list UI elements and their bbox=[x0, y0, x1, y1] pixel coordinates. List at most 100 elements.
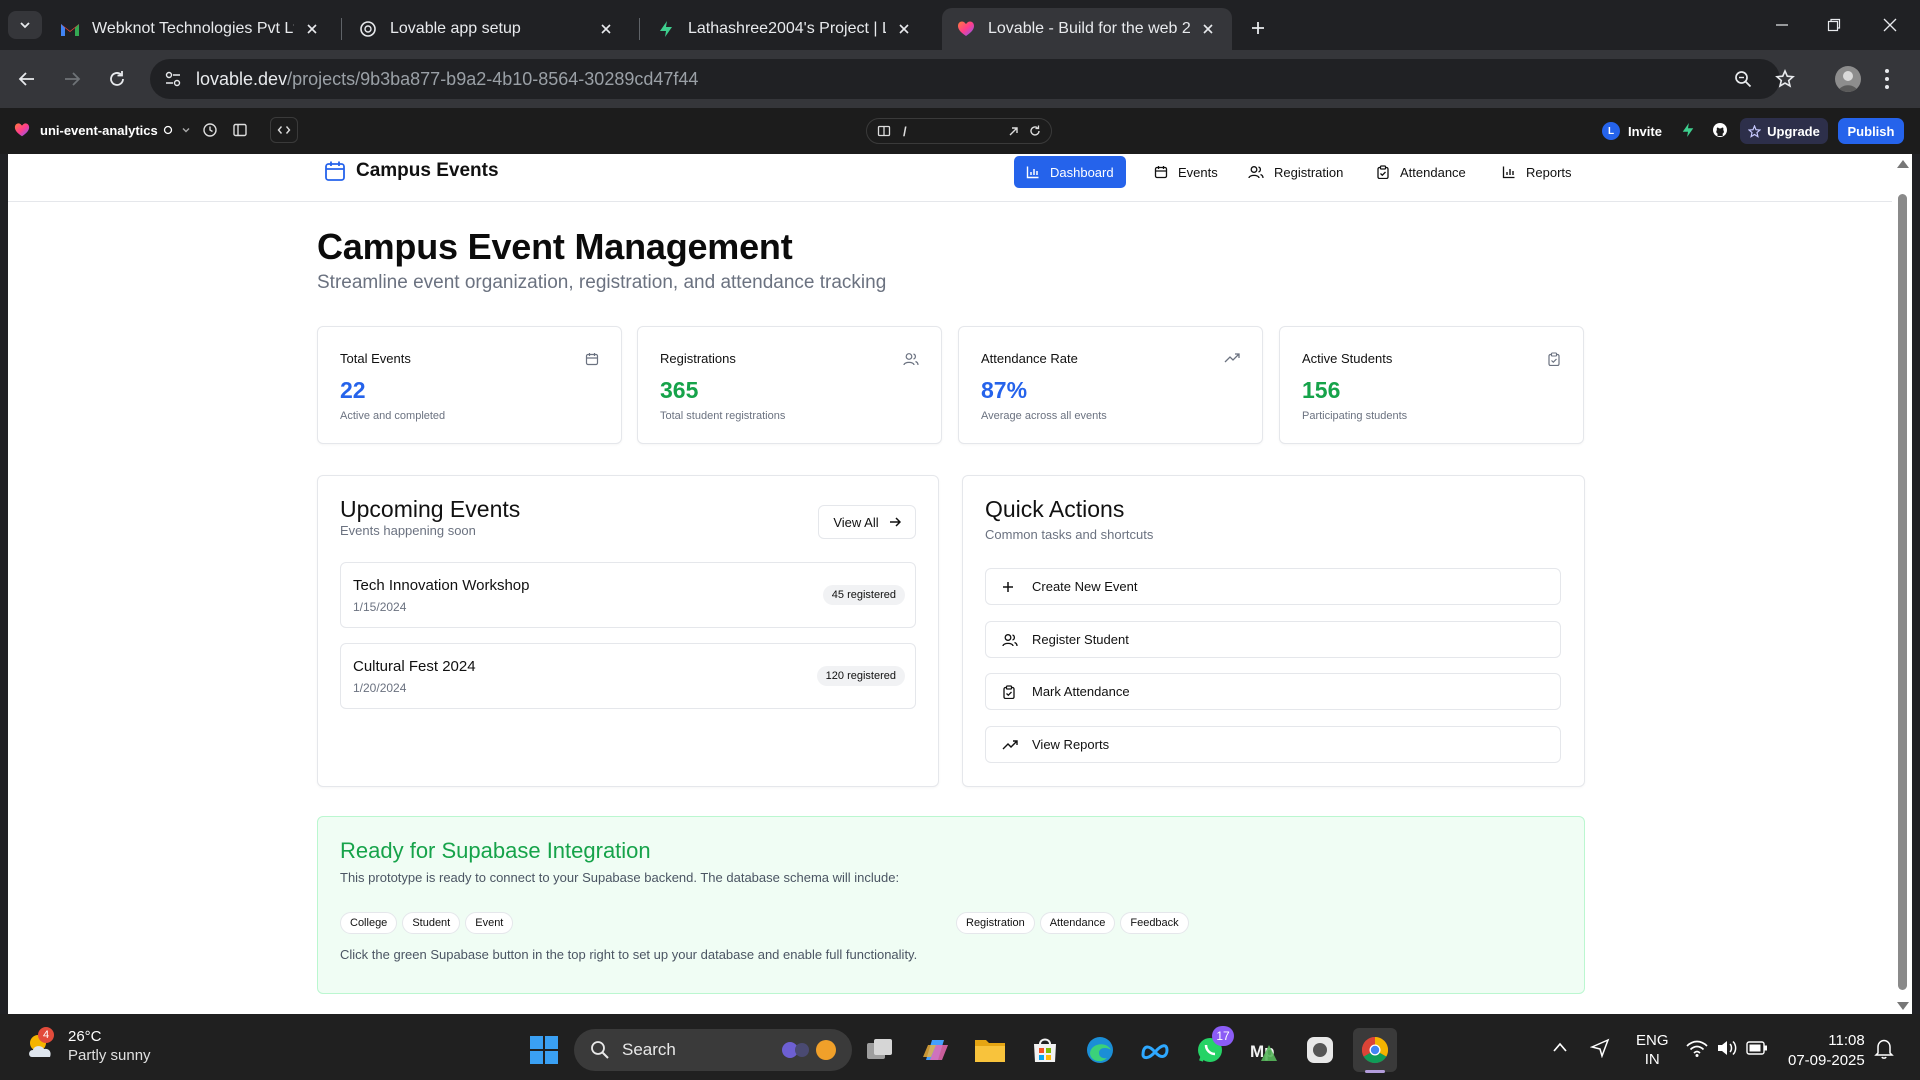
scroll-up-icon[interactable] bbox=[1897, 160, 1909, 168]
view-reports-button[interactable]: View Reports bbox=[985, 726, 1561, 763]
mark-attendance-button[interactable]: Mark Attendance bbox=[985, 673, 1561, 710]
whatsapp-button[interactable]: 17 bbox=[1188, 1026, 1234, 1072]
nav-label: Reports bbox=[1526, 164, 1572, 180]
battery-icon[interactable] bbox=[1746, 1041, 1768, 1055]
system-clock[interactable]: 11:08 07-09-2025 bbox=[1788, 1031, 1865, 1071]
view-all-button[interactable]: View All bbox=[818, 505, 916, 539]
refresh-icon[interactable] bbox=[1029, 125, 1041, 137]
preview-scrollbar[interactable] bbox=[1892, 154, 1912, 1014]
address-bar[interactable]: lovable.dev/projects/9b3ba877-b9a2-4b10-… bbox=[150, 59, 1795, 99]
event-date: 1/20/2024 bbox=[353, 681, 407, 695]
stat-card-attendance-rate: Attendance Rate 87% Average across all e… bbox=[958, 326, 1263, 444]
stat-card-registrations: Registrations 365 Total student registra… bbox=[637, 326, 942, 444]
meta-app-button[interactable] bbox=[1133, 1028, 1177, 1072]
action-label: Register Student bbox=[1032, 632, 1129, 647]
weather-badge: 4 bbox=[38, 1027, 54, 1043]
scrollbar-thumb[interactable] bbox=[1898, 194, 1907, 990]
volume-icon[interactable] bbox=[1716, 1039, 1738, 1057]
nav-events[interactable]: Events bbox=[1142, 156, 1230, 188]
open-external-icon[interactable] bbox=[1008, 126, 1019, 137]
chrome-icon bbox=[1361, 1036, 1389, 1064]
language-indicator[interactable]: ENG IN bbox=[1636, 1031, 1669, 1069]
brand[interactable]: Campus Events bbox=[324, 160, 499, 182]
chevron-up-icon[interactable] bbox=[1552, 1041, 1568, 1053]
stat-description: Total student registrations bbox=[660, 410, 786, 422]
wifi-icon[interactable] bbox=[1686, 1039, 1708, 1057]
location-icon[interactable] bbox=[1590, 1038, 1610, 1058]
card-title: Quick Actions bbox=[985, 496, 1125, 522]
weather-widget[interactable]: 4 26°C Partly sunny bbox=[24, 1027, 151, 1065]
scroll-down-icon[interactable] bbox=[1897, 1002, 1909, 1010]
browser-menu-icon[interactable] bbox=[1884, 66, 1890, 92]
restore-button[interactable] bbox=[1806, 0, 1862, 50]
upgrade-label: Upgrade bbox=[1767, 123, 1820, 139]
schema-chip: Student bbox=[402, 912, 461, 934]
mobile-app-button[interactable] bbox=[1298, 1028, 1342, 1072]
browser-tab-active[interactable]: Lovable - Build for the web 20x faster bbox=[942, 8, 1232, 50]
profile-avatar[interactable] bbox=[1835, 66, 1861, 92]
partly-sunny-icon: 4 bbox=[24, 1027, 58, 1063]
chrome-button[interactable] bbox=[1353, 1028, 1397, 1073]
site-info-icon[interactable] bbox=[164, 70, 182, 88]
close-icon[interactable] bbox=[894, 19, 914, 39]
project-selector[interactable]: uni-event-analytics bbox=[14, 122, 191, 138]
list-item[interactable]: Cultural Fest 2024 1/20/2024 120 registe… bbox=[340, 643, 916, 709]
mp-app-button[interactable]: Mp bbox=[1243, 1028, 1287, 1072]
register-student-button[interactable]: Register Student bbox=[985, 621, 1561, 658]
close-icon bbox=[1883, 18, 1897, 32]
upgrade-button[interactable]: Upgrade bbox=[1740, 118, 1828, 144]
sidebar-toggle-icon[interactable] bbox=[229, 119, 251, 141]
bookmark-star-icon[interactable] bbox=[1775, 69, 1795, 89]
schema-chip: College bbox=[340, 912, 398, 934]
supabase-button[interactable] bbox=[1677, 119, 1699, 141]
store-button[interactable] bbox=[1023, 1028, 1067, 1072]
browser-tab[interactable]: Lathashree2004's Project | Lathashree200… bbox=[642, 8, 928, 50]
code-view-button[interactable] bbox=[270, 117, 298, 143]
tab-title: Lovable app setup bbox=[390, 20, 521, 37]
history-icon[interactable] bbox=[199, 119, 221, 141]
publish-button[interactable]: Publish bbox=[1838, 118, 1904, 144]
close-icon[interactable] bbox=[1198, 19, 1218, 39]
invite-label: Invite bbox=[1628, 123, 1662, 139]
task-view-button[interactable] bbox=[858, 1028, 902, 1072]
calendar-icon bbox=[1154, 165, 1168, 179]
preview-path-bar[interactable]: / bbox=[866, 118, 1052, 144]
close-icon[interactable] bbox=[596, 19, 616, 39]
back-button[interactable] bbox=[10, 62, 44, 96]
copilot-button[interactable] bbox=[913, 1028, 957, 1072]
browser-tab[interactable]: Webknot Technologies Pvt Ltd Mail bbox=[46, 8, 336, 50]
start-button[interactable] bbox=[522, 1028, 566, 1072]
store-icon bbox=[1034, 1038, 1056, 1062]
list-item[interactable]: Tech Innovation Workshop 1/15/2024 45 re… bbox=[340, 562, 916, 628]
nav-label: Events bbox=[1178, 164, 1218, 180]
schema-chip: Registration bbox=[956, 912, 1035, 934]
forward-button[interactable] bbox=[55, 62, 89, 96]
nav-reports[interactable]: Reports bbox=[1490, 156, 1584, 188]
close-window-button[interactable] bbox=[1862, 0, 1918, 50]
minimize-button[interactable] bbox=[1754, 0, 1810, 50]
github-button[interactable] bbox=[1709, 119, 1731, 141]
new-tab-button[interactable] bbox=[1244, 14, 1272, 42]
reload-button[interactable] bbox=[100, 62, 134, 96]
notification-bell-icon[interactable] bbox=[1874, 1038, 1894, 1060]
invite-button[interactable]: L Invite bbox=[1598, 118, 1666, 144]
action-label: Create New Event bbox=[1032, 579, 1138, 594]
tab-search-button[interactable] bbox=[8, 11, 42, 39]
language-region: IN bbox=[1644, 1051, 1660, 1068]
zoom-icon[interactable] bbox=[1734, 70, 1752, 88]
create-event-button[interactable]: Create New Event bbox=[985, 568, 1561, 605]
nav-registration[interactable]: Registration bbox=[1236, 156, 1355, 188]
url-path: /projects/9b3ba877-b9a2-4b10-8564-30289c… bbox=[287, 68, 699, 89]
edge-button[interactable] bbox=[1078, 1028, 1122, 1072]
close-icon[interactable] bbox=[302, 19, 322, 39]
stat-value: 87% bbox=[981, 377, 1028, 403]
supabase-icon bbox=[656, 19, 676, 39]
clock-time: 11:08 bbox=[1828, 1032, 1865, 1049]
reload-icon bbox=[110, 71, 124, 86]
browser-tab[interactable]: Lovable app setup bbox=[344, 8, 630, 50]
nav-dashboard[interactable]: Dashboard bbox=[1014, 156, 1126, 188]
nav-attendance[interactable]: Attendance bbox=[1364, 156, 1478, 188]
search-icon bbox=[591, 1041, 609, 1059]
file-explorer-button[interactable] bbox=[968, 1028, 1012, 1072]
taskbar-search[interactable]: Search bbox=[574, 1029, 852, 1071]
